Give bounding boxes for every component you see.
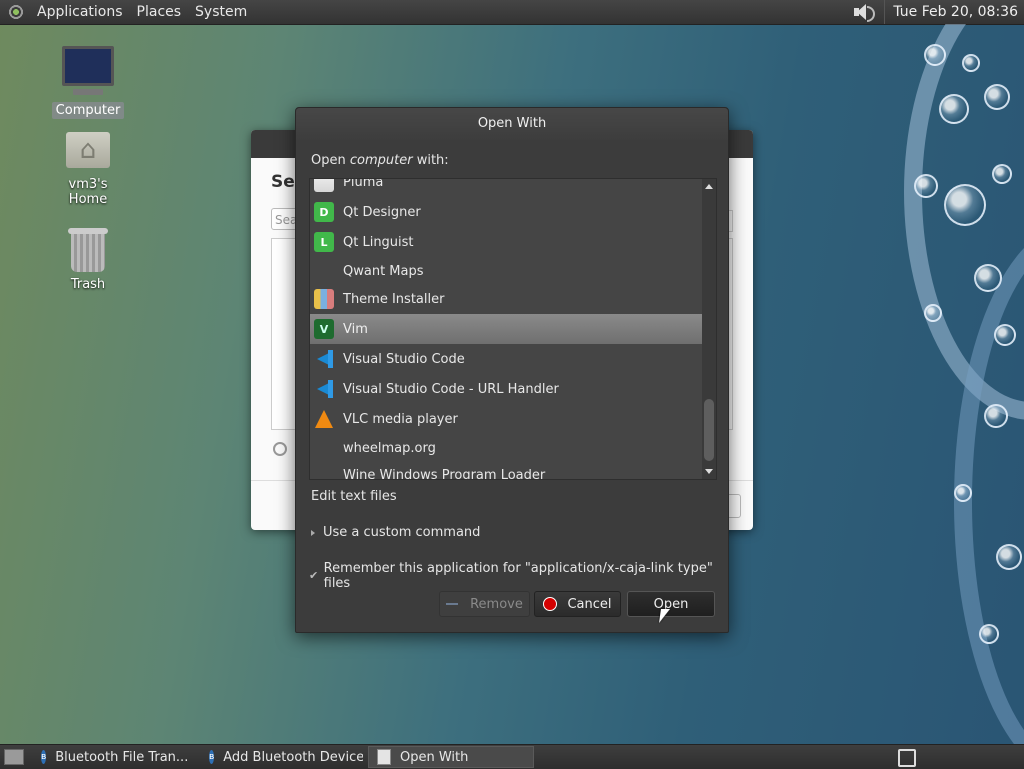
list-item-wine[interactable]: Wine Windows Program Loader	[310, 460, 702, 480]
spinner-icon	[273, 442, 287, 456]
desktop-icon-label: Trash	[70, 277, 106, 292]
list-item-vim[interactable]: V Vim	[310, 314, 702, 344]
remember-label: Remember this application for "applicati…	[323, 561, 713, 591]
bluetooth-icon: ʙ	[41, 750, 47, 764]
background-window-heading: Se	[271, 172, 295, 192]
prompt-suffix: with:	[412, 153, 449, 168]
qt-designer-icon: D	[314, 202, 334, 222]
prompt-prefix: Open	[311, 153, 350, 168]
blank-icon	[314, 438, 334, 458]
taskbar-item-open-with[interactable]: Open With	[368, 746, 534, 768]
computer-icon	[62, 46, 114, 95]
remove-button[interactable]: Remove	[439, 591, 530, 617]
window-icon	[377, 749, 391, 765]
blank-icon	[314, 261, 334, 281]
top-panel: Applications Places System Tue Feb 20, 0…	[0, 0, 1024, 25]
app-label: Qt Designer	[343, 204, 421, 220]
custom-command-label: Use a custom command	[323, 525, 481, 540]
remove-button-label: Remove	[470, 596, 523, 612]
pluma-icon	[314, 179, 334, 192]
desktop-icon-home[interactable]: vm3's Home	[48, 132, 128, 208]
desktop-icon-label: Computer	[51, 102, 125, 119]
app-label: Visual Studio Code	[343, 351, 465, 367]
app-label: wheelmap.org	[343, 440, 436, 456]
dialog-prompt: Open computer with:	[311, 153, 449, 168]
desktop-icon-computer[interactable]: Computer	[48, 46, 128, 119]
taskbar-item-bluetooth-file-transfer[interactable]: ʙ Bluetooth File Tran...	[32, 746, 196, 768]
app-description: Edit text files	[311, 489, 397, 504]
list-item-pluma[interactable]: Pluma	[310, 178, 702, 197]
wallpaper-decoration	[884, 24, 1024, 744]
list-item-theme-installer[interactable]: Theme Installer	[310, 284, 702, 314]
vlc-cone-icon	[314, 409, 334, 429]
mate-logo-icon[interactable]	[8, 4, 24, 20]
open-button-label: Open	[653, 596, 689, 612]
task-label: Add Bluetooth Device	[223, 749, 364, 765]
open-with-dialog: Open With Open computer with: Pluma D Qt…	[295, 107, 729, 633]
scroll-down-arrow-icon[interactable]	[705, 469, 713, 474]
list-item-wheelmap[interactable]: wheelmap.org	[310, 433, 702, 463]
dialog-title: Open With	[296, 108, 728, 140]
app-label: Qt Linguist	[343, 234, 414, 250]
qt-linguist-icon: L	[314, 232, 334, 252]
minus-icon	[446, 603, 459, 605]
remember-checkbox[interactable]: ✔ Remember this application for "applica…	[309, 561, 728, 591]
show-desktop-icon[interactable]	[4, 749, 24, 765]
blank-icon	[314, 465, 334, 479]
vscode-icon	[314, 349, 334, 369]
bluetooth-icon: ʙ	[209, 750, 215, 764]
desktop-icon-label: vm3's Home	[68, 177, 108, 207]
list-item-qt-designer[interactable]: D Qt Designer	[310, 197, 702, 227]
clock[interactable]: Tue Feb 20, 08:36	[884, 0, 1024, 24]
home-folder-icon	[66, 132, 110, 168]
prompt-target: computer	[349, 153, 413, 168]
list-item-vscode[interactable]: Visual Studio Code	[310, 344, 702, 374]
list-item-vscode-url-handler[interactable]: Visual Studio Code - URL Handler	[310, 374, 702, 404]
desktop-icon-trash[interactable]: Trash	[48, 228, 128, 293]
task-label: Open With	[400, 749, 469, 765]
app-label: Qwant Maps	[343, 263, 424, 279]
list-item-qwant-maps[interactable]: Qwant Maps	[310, 256, 702, 286]
list-scrollbar[interactable]	[702, 179, 716, 479]
open-button[interactable]: Open	[627, 591, 715, 617]
expander-arrow-icon	[311, 529, 315, 536]
top-panel-tray: Tue Feb 20, 08:36	[852, 0, 1024, 24]
cancel-button[interactable]: Cancel	[534, 591, 621, 617]
checkmark-icon: ✔	[309, 569, 319, 582]
bottom-panel: ʙ Bluetooth File Tran... ʙ Add Bluetooth…	[0, 744, 1024, 769]
app-label: Wine Windows Program Loader	[343, 467, 546, 480]
theme-installer-icon	[314, 289, 334, 309]
custom-command-expander[interactable]: Use a custom command	[311, 525, 480, 540]
list-item-qt-linguist[interactable]: L Qt Linguist	[310, 227, 702, 257]
app-label: Vim	[343, 321, 368, 337]
app-label: VLC media player	[343, 411, 458, 427]
app-label: Pluma	[343, 178, 384, 190]
taskbar-item-add-bluetooth-device[interactable]: ʙ Add Bluetooth Device	[200, 746, 364, 768]
vscode-icon	[314, 379, 334, 399]
stop-icon	[543, 597, 558, 611]
task-label: Bluetooth File Tran...	[55, 749, 189, 765]
menu-bar: Applications Places System	[0, 0, 254, 24]
vim-icon: V	[314, 319, 334, 339]
volume-icon[interactable]	[852, 3, 876, 22]
list-item-vlc[interactable]: VLC media player	[310, 404, 702, 434]
menu-places[interactable]: Places	[130, 0, 189, 24]
scroll-up-arrow-icon[interactable]	[705, 184, 713, 189]
app-label: Theme Installer	[343, 291, 445, 307]
scrollbar-thumb[interactable]	[704, 399, 714, 461]
menu-system[interactable]: System	[188, 0, 254, 24]
trash-icon	[68, 228, 108, 272]
cancel-button-label: Cancel	[567, 596, 612, 612]
workspace-switcher-icon[interactable]	[898, 749, 916, 767]
app-label: Visual Studio Code - URL Handler	[343, 381, 559, 397]
application-list[interactable]: Pluma D Qt Designer L Qt Linguist Qwant …	[309, 178, 717, 480]
menu-applications[interactable]: Applications	[30, 0, 130, 24]
